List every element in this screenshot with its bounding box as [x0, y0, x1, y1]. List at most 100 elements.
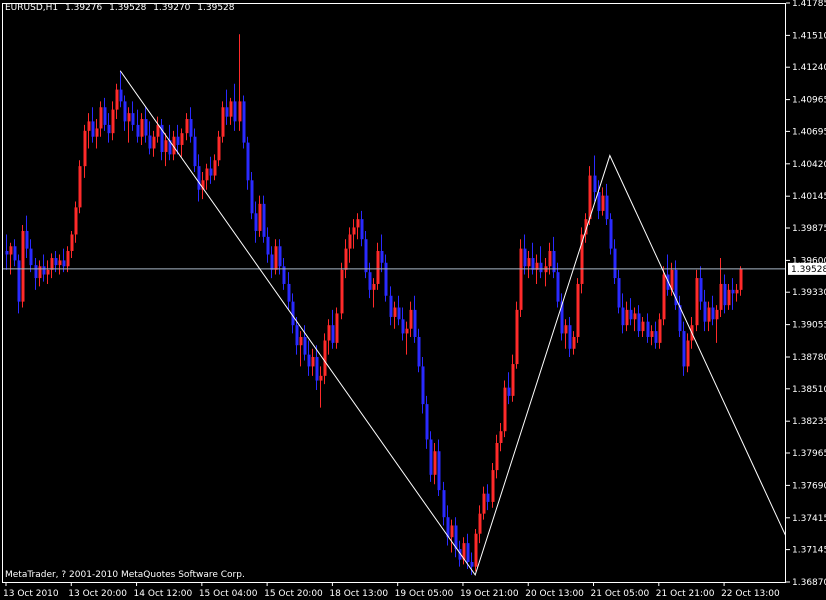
time-axis: 13 Oct 2010 13 Oct 20:00 14 Oct 12:00 15 Oc…	[3, 582, 780, 599]
candle	[217, 130, 221, 167]
candle	[103, 97, 107, 131]
candle-body	[654, 331, 658, 343]
candle-body	[417, 336, 421, 367]
candle	[50, 253, 54, 279]
price-tick-label: 1.38235	[792, 417, 826, 427]
candle	[617, 269, 621, 314]
candle-body	[140, 119, 144, 137]
candle	[148, 121, 152, 155]
candle	[21, 225, 25, 308]
candle	[327, 319, 331, 355]
candle	[544, 258, 548, 287]
candle-body	[372, 283, 376, 290]
candle-body	[450, 525, 454, 538]
candle	[34, 258, 38, 290]
candle-body	[527, 258, 531, 267]
zigzag-group	[119, 70, 786, 577]
candle-body	[727, 289, 731, 306]
candle-body	[605, 195, 609, 220]
candle-body	[466, 543, 470, 562]
candle-body	[413, 309, 417, 337]
time-tick-label: 15 Oct 20:00	[264, 589, 323, 599]
price-tick-label: 1.37415	[792, 514, 826, 524]
candle-body	[352, 227, 356, 235]
candle-body	[148, 135, 152, 149]
candle-body	[344, 248, 348, 270]
candle-body	[50, 258, 54, 270]
candle-body	[258, 203, 262, 231]
candle-body	[246, 142, 250, 181]
candle-body	[429, 439, 433, 475]
price-tick-label: 1.37965	[792, 449, 826, 459]
candle	[454, 517, 458, 558]
time-tick-label: 21 Oct 05:00	[591, 589, 650, 599]
candle	[735, 283, 739, 302]
candle-body	[242, 101, 246, 143]
candle	[368, 262, 372, 299]
candle	[739, 266, 743, 296]
candle-body	[254, 213, 258, 231]
candle-body	[442, 490, 446, 518]
candle	[9, 242, 13, 275]
candle-body	[397, 307, 401, 320]
candle-body	[425, 404, 429, 440]
candle	[556, 262, 560, 308]
candle	[303, 325, 307, 361]
candle-body	[617, 278, 621, 308]
candle	[246, 136, 250, 190]
candle-body	[433, 451, 437, 475]
candle	[446, 505, 450, 546]
candle-body	[38, 266, 42, 279]
candle-body	[233, 101, 237, 122]
candle-body	[13, 246, 17, 261]
candle	[213, 154, 217, 181]
candle-body	[74, 207, 78, 235]
candle	[637, 305, 641, 337]
candle-body	[5, 250, 9, 255]
candle	[193, 128, 197, 173]
candle	[46, 260, 50, 284]
candle	[731, 278, 735, 310]
candle	[83, 124, 87, 178]
candle	[352, 219, 356, 249]
candle	[70, 230, 74, 259]
candle	[568, 316, 572, 357]
candle	[156, 116, 160, 143]
price-tick-label: 1.41240	[792, 63, 826, 73]
candle	[238, 34, 242, 131]
candle-body	[686, 340, 690, 367]
candle-body	[185, 119, 189, 134]
candle-body	[250, 180, 254, 214]
candle-body	[376, 250, 380, 284]
candle-body	[719, 283, 723, 310]
candle	[650, 325, 654, 346]
candle-body	[662, 274, 666, 320]
candle	[601, 187, 605, 216]
candle	[111, 101, 115, 141]
candle-body	[576, 283, 580, 337]
candle	[727, 283, 731, 310]
candle-body	[266, 236, 270, 255]
price-tick-label: 1.38780	[792, 353, 826, 363]
candle	[74, 201, 78, 243]
price-tick-label: 1.38510	[792, 385, 826, 395]
candle-body	[515, 309, 519, 365]
candle	[482, 486, 486, 520]
candle	[225, 89, 229, 125]
time-tick-label: 13 Oct 2010	[3, 589, 59, 599]
candle-body	[21, 230, 25, 302]
candle-body	[421, 366, 425, 405]
candle-body	[180, 133, 184, 145]
candle	[221, 101, 225, 143]
candle	[115, 83, 119, 120]
candle-body	[291, 301, 295, 326]
candle-body	[360, 219, 364, 240]
candle	[703, 289, 707, 332]
candle-body	[103, 107, 107, 125]
candle-body	[739, 268, 743, 290]
price-chart[interactable]: 1.41785 1.41510 1.41240 1.40965 1.40695 1.404…	[0, 0, 826, 600]
candle-body	[629, 309, 633, 320]
candle-body	[119, 89, 123, 102]
candle	[95, 119, 99, 149]
candle	[131, 101, 135, 131]
